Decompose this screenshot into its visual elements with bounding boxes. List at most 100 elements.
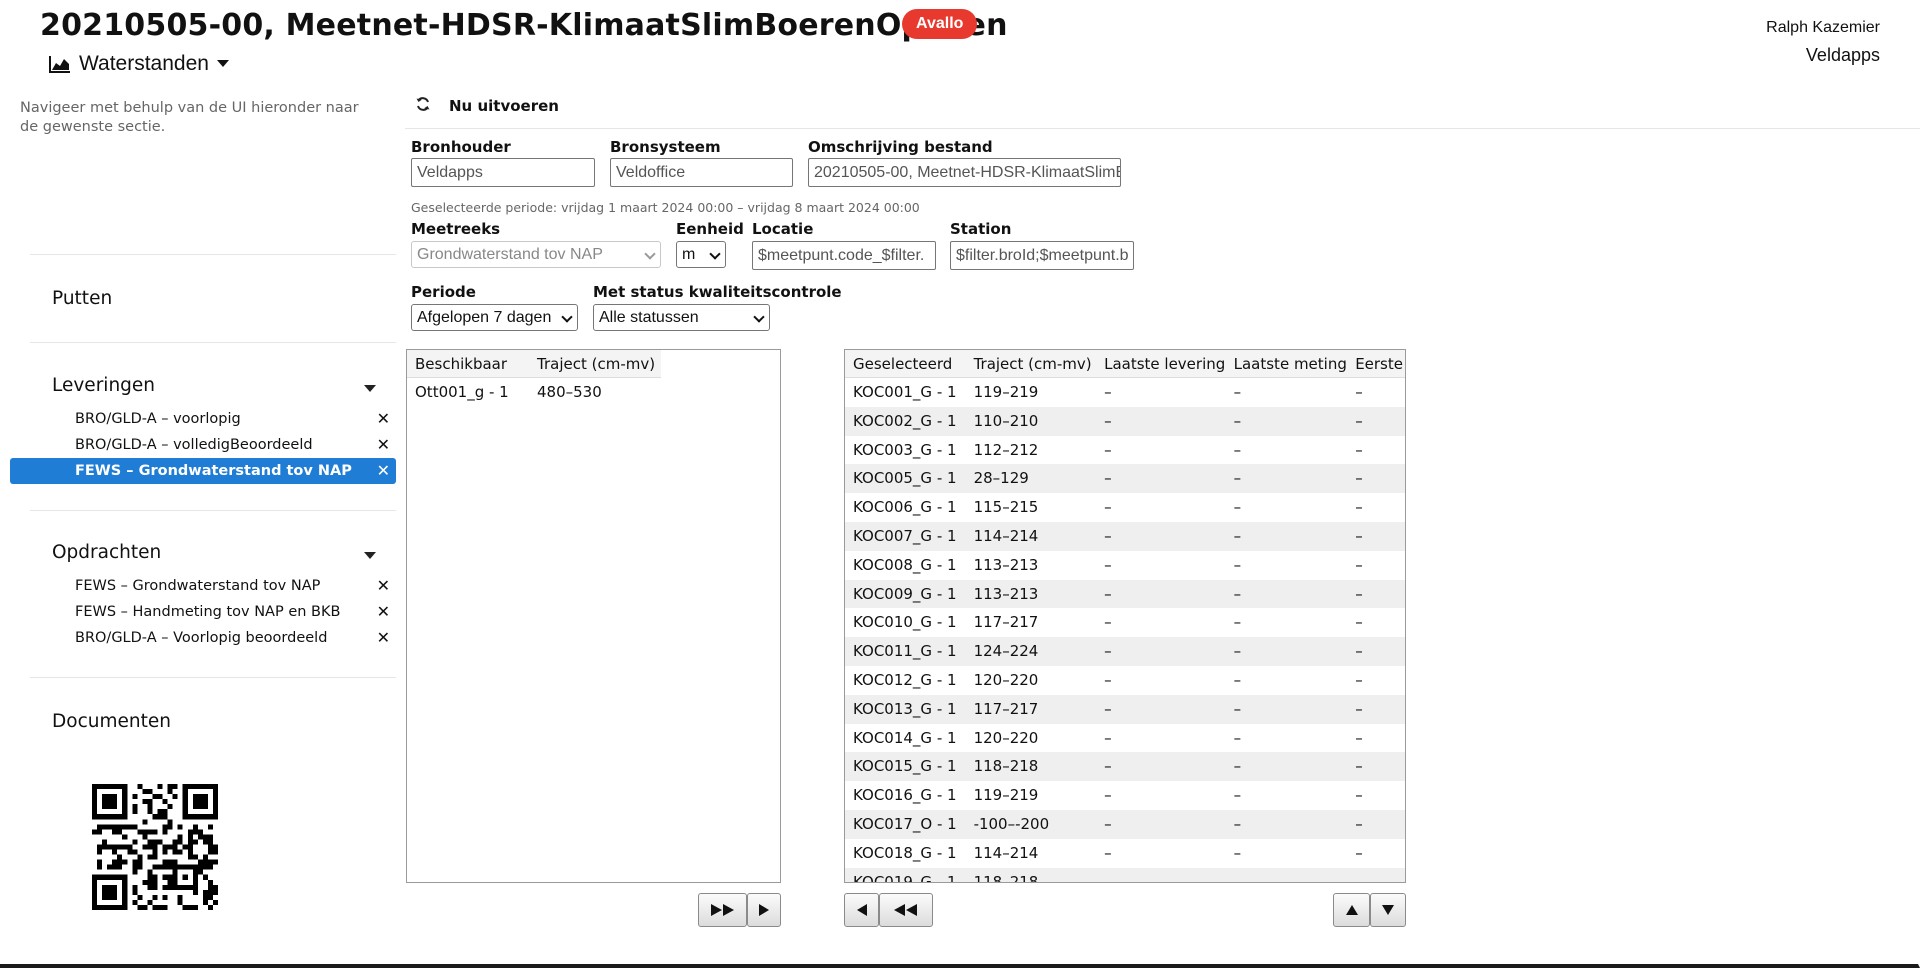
selected-row[interactable]: KOC014_G - 1 120–220 – – – — [845, 724, 1405, 753]
selected-row-last-delivery: – — [1104, 728, 1112, 747]
station-field[interactable]: $filter.broId;$meetpunt.b — [950, 241, 1134, 270]
selected-row-traject: 113–213 — [973, 555, 1039, 574]
periode-select[interactable]: Afgelopen 7 dagen — [411, 304, 578, 331]
selected-row[interactable]: KOC007_G - 1 114–214 – – – — [845, 521, 1405, 551]
locatie-field[interactable]: $meetpunt.code_$filter. — [752, 241, 936, 270]
sidebar-item-opdracht[interactable]: FEWS – Grondwaterstand tov NAP ✕ — [10, 573, 396, 599]
selected-row-traject: 28–129 — [973, 469, 1029, 488]
sidebar-section-leveringen[interactable]: Leveringen — [52, 375, 155, 396]
eenheid-select[interactable]: m — [676, 241, 726, 268]
selected-row[interactable]: KOC001_G - 1 119–219 – – – — [845, 378, 1405, 407]
eenheid-select-value: m — [682, 246, 696, 263]
selected-row-traject: 124–224 — [973, 642, 1039, 661]
selected-row[interactable]: KOC012_G - 1 120–220 – – – — [845, 666, 1405, 695]
move-up-button[interactable] — [1333, 893, 1370, 927]
remove-icon[interactable]: ✕ — [377, 432, 390, 458]
omschrijving-field[interactable]: 20210505-00, Meetnet-HDSR-KlimaatSlimBoe… — [808, 158, 1121, 187]
area-chart-icon — [49, 55, 71, 73]
selected-row[interactable]: KOC010_G - 1 117–217 – – – — [845, 608, 1405, 637]
selected-row-last-measurement: – — [1233, 440, 1242, 459]
bronsysteem-field[interactable]: Veldoffice — [610, 158, 793, 187]
remove-icon[interactable]: ✕ — [377, 573, 390, 599]
available-row[interactable]: Ott001_g - 1 480–530 — [407, 378, 780, 407]
selected-row[interactable]: KOC002_G - 1 110–210 – – – — [845, 406, 1405, 436]
sidebar-section-putten[interactable]: Putten — [52, 288, 112, 309]
refresh-icon — [415, 96, 431, 116]
double-right-arrow-icon — [710, 903, 736, 917]
available-list[interactable]: Beschikbaar Traject (cm-mv) Ott001_g - 1… — [406, 349, 781, 883]
column-header[interactable]: Traject (cm-mv) — [529, 350, 661, 377]
selected-row[interactable]: KOC017_O - 1 -100–-200 – – – — [845, 809, 1405, 839]
collapse-caret-icon[interactable] — [364, 385, 376, 392]
selected-row[interactable]: KOC005_G - 1 28–129 – – – — [845, 464, 1405, 494]
eenheid-label: Eenheid — [676, 220, 744, 238]
selected-row-first: – — [1355, 728, 1363, 747]
remove-icon[interactable]: ✕ — [377, 599, 390, 625]
selected-list[interactable]: Geselecteerd Traject (cm-mv) Laatste lev… — [844, 349, 1406, 883]
selected-row-first: – — [1355, 411, 1363, 430]
selected-row-last-measurement: – — [1233, 555, 1242, 574]
run-now-button[interactable]: Nu uitvoeren — [415, 96, 559, 116]
sidebar-item-levering-active[interactable]: FEWS – Grondwaterstand tov NAP ✕ — [10, 458, 396, 484]
column-header[interactable]: Beschikbaar — [407, 350, 529, 377]
selected-row[interactable]: KOC006_G - 1 115–215 – – – — [845, 493, 1405, 522]
sidebar-divider — [30, 254, 396, 255]
sidebar-item-levering[interactable]: BRO/GLD-A – volledigBeoordeeld ✕ — [10, 432, 396, 458]
selected-row[interactable]: KOC019_G - 1 118–218 — [845, 867, 1405, 883]
column-header[interactable]: Traject (cm-mv) — [966, 350, 1097, 377]
status-select[interactable]: Alle statussen — [593, 304, 770, 331]
selected-row[interactable]: KOC011_G - 1 124–224 – – – — [845, 637, 1405, 666]
selected-row[interactable]: KOC008_G - 1 113–213 – – – — [845, 551, 1405, 580]
add-one-button[interactable] — [747, 893, 781, 927]
qr-code-icon — [92, 784, 218, 914]
selected-row-name: KOC013_G - 1 — [853, 699, 957, 718]
selected-row-last-delivery: – — [1104, 440, 1112, 459]
selected-row-last-measurement: – — [1233, 642, 1242, 661]
remove-all-button[interactable] — [879, 893, 933, 927]
selected-row-last-measurement: – — [1233, 699, 1242, 718]
sidebar-item-opdracht[interactable]: BRO/GLD-A – Voorlopig beoordeeld ✕ — [10, 625, 396, 651]
add-all-button[interactable] — [698, 893, 747, 927]
selected-row-name: KOC017_O - 1 — [853, 814, 957, 833]
column-header[interactable]: Eerste — [1347, 350, 1405, 377]
selected-row[interactable]: KOC013_G - 1 117–217 – – – — [845, 694, 1405, 724]
remove-icon[interactable]: ✕ — [377, 458, 390, 484]
selected-row-traject: 119–219 — [973, 383, 1039, 401]
selected-row-traject: 110–210 — [973, 411, 1039, 430]
selected-row-last-measurement: – — [1233, 526, 1242, 545]
remove-icon[interactable]: ✕ — [377, 406, 390, 432]
selected-row-name: KOC006_G - 1 — [853, 498, 957, 517]
column-header[interactable]: Laatste levering — [1096, 350, 1226, 377]
move-down-button[interactable] — [1370, 893, 1406, 927]
sidebar-item-label: BRO/GLD-A – voorlopig — [75, 411, 241, 427]
sidebar-section-documenten[interactable]: Documenten — [52, 711, 171, 732]
bronhouder-field[interactable]: Veldapps — [411, 158, 595, 187]
selected-row-first: – — [1355, 814, 1363, 833]
meetreeks-select[interactable]: Grondwaterstand tov NAP — [411, 241, 661, 268]
selected-row-first: – — [1355, 613, 1363, 632]
selected-row[interactable]: KOC009_G - 1 113–213 – – – — [845, 579, 1405, 609]
selected-row[interactable]: KOC018_G - 1 114–214 – – – — [845, 839, 1405, 868]
sidebar-item-opdracht[interactable]: FEWS – Handmeting tov NAP en BKB ✕ — [10, 599, 396, 625]
selected-period-info: Geselecteerde periode: vrijdag 1 maart 2… — [411, 200, 920, 215]
selected-row-traject: 118–218 — [973, 872, 1039, 883]
collapse-caret-icon[interactable] — [364, 552, 376, 559]
omschrijving-label: Omschrijving bestand — [808, 138, 993, 156]
view-switcher[interactable]: Waterstanden — [49, 50, 229, 78]
sidebar-item-levering[interactable]: BRO/GLD-A – voorlopig ✕ — [10, 406, 396, 432]
selected-row[interactable]: KOC016_G - 1 119–219 – – – — [845, 781, 1405, 810]
sidebar-section-opdrachten[interactable]: Opdrachten — [52, 542, 161, 563]
selected-row-last-measurement: – — [1233, 786, 1242, 805]
column-header[interactable]: Geselecteerd — [845, 350, 966, 377]
selected-row[interactable]: KOC003_G - 1 112–212 – – – — [845, 436, 1405, 465]
column-header[interactable]: Laatste meting — [1226, 350, 1348, 377]
selected-row-last-delivery: – — [1104, 786, 1112, 805]
left-arrow-icon — [856, 903, 868, 917]
remove-one-button[interactable] — [844, 893, 879, 927]
user-name[interactable]: Ralph Kazemier — [1766, 19, 1880, 37]
remove-icon[interactable]: ✕ — [377, 625, 390, 651]
selected-row-last-measurement: – — [1233, 757, 1242, 776]
selected-row[interactable]: KOC015_G - 1 118–218 – – – — [845, 752, 1405, 782]
locatie-label: Locatie — [752, 220, 814, 238]
selected-row-last-measurement: – — [1233, 411, 1242, 430]
